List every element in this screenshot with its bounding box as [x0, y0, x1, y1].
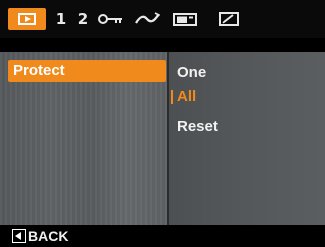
camera-icon	[173, 13, 197, 26]
back-arrow-icon	[12, 229, 26, 243]
camera-menu-screen: 1 2 Protect One All Reset BACK	[0, 0, 325, 247]
wave-icon	[135, 12, 160, 24]
playback-icon	[18, 13, 36, 25]
menu-item-label: Protect	[13, 62, 65, 79]
tab-1[interactable]: 1	[52, 8, 70, 30]
back-label: BACK	[28, 228, 69, 244]
option-one[interactable]: One	[177, 64, 206, 81]
tab-playback[interactable]	[8, 8, 46, 30]
edit-icon	[219, 12, 239, 26]
menu-list-panel: Protect	[0, 52, 168, 225]
tab-key[interactable]	[96, 8, 126, 30]
menu-item-protect[interactable]: Protect	[8, 60, 166, 82]
back-button[interactable]: BACK	[12, 228, 68, 244]
tab-camera[interactable]	[170, 8, 200, 30]
option-all[interactable]: All	[177, 88, 196, 105]
option-reset[interactable]: Reset	[177, 118, 218, 135]
options-panel: One All Reset	[169, 52, 325, 225]
bottom-bar: BACK	[0, 225, 325, 247]
tab-wave[interactable]	[132, 8, 162, 30]
key-icon	[98, 14, 122, 24]
header-strip	[0, 38, 325, 52]
tab-bar: 1 2	[0, 0, 325, 38]
tab-edit[interactable]	[214, 8, 244, 30]
selection-cursor	[171, 90, 173, 104]
tab-2[interactable]: 2	[74, 8, 92, 30]
